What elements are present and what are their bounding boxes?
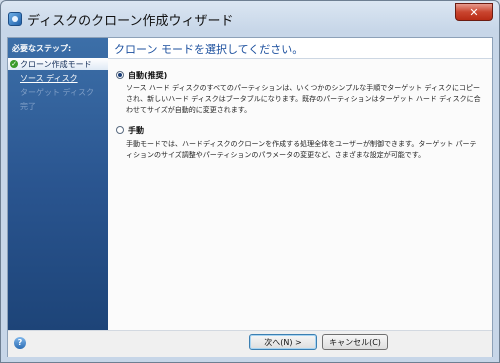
- step-label[interactable]: ソース ディスク: [20, 73, 78, 84]
- window-title: ディスクのクローン作成ウィザード: [27, 14, 234, 29]
- check-icon: ✓: [10, 60, 18, 68]
- next-button[interactable]: 次へ(N) >: [249, 334, 317, 350]
- wizard-body: 必要なステップ: ✓ クローン作成モード ソース ディスク ターゲット ディスク…: [7, 37, 493, 357]
- wizard-window: ディスクのクローン作成ウィザード ✕ 必要なステップ: ✓ クローン作成モード …: [0, 0, 500, 363]
- content-panel: クローン モードを選択してください。 自動(推奨) ソース ハード ディスクのす…: [108, 38, 492, 330]
- close-button[interactable]: ✕: [455, 3, 493, 21]
- title-bar[interactable]: ディスクのクローン作成ウィザード ✕: [1, 1, 499, 37]
- step-label: クローン作成モード: [20, 60, 92, 69]
- cancel-button[interactable]: キャンセル(C): [322, 334, 388, 350]
- step-target-disk: ターゲット ディスク: [8, 86, 108, 98]
- button-bar: ? 次へ(N) > キャンセル(C): [8, 330, 492, 357]
- step-source-disk[interactable]: ソース ディスク: [8, 72, 108, 84]
- step-label: ターゲット ディスク: [20, 88, 94, 97]
- help-icon[interactable]: ?: [14, 337, 26, 349]
- option-automatic-description: ソース ハード ディスクのすべてのパーティションは、いくつかのシンプルな手順でタ…: [126, 84, 481, 114]
- option-manual-description: 手動モードでは、ハードディスクのクローンを作成する処理全体をユーザーが制御できま…: [126, 140, 477, 159]
- steps-header: 必要なステップ:: [12, 44, 72, 53]
- page-title: クローン モードを選択してください。: [114, 43, 304, 56]
- content-header: クローン モードを選択してください。: [108, 38, 492, 59]
- app-icon: [8, 12, 22, 26]
- step-finish: 完了: [8, 100, 108, 112]
- step-label: 完了: [20, 102, 36, 111]
- radio-automatic[interactable]: [116, 71, 124, 79]
- option-automatic-label[interactable]: 自動(推奨): [128, 70, 167, 81]
- steps-sidebar: 必要なステップ: ✓ クローン作成モード ソース ディスク ターゲット ディスク…: [8, 38, 108, 330]
- option-manual-label[interactable]: 手動: [128, 125, 144, 136]
- step-clone-mode: ✓ クローン作成モード: [8, 58, 108, 70]
- radio-manual[interactable]: [116, 126, 124, 134]
